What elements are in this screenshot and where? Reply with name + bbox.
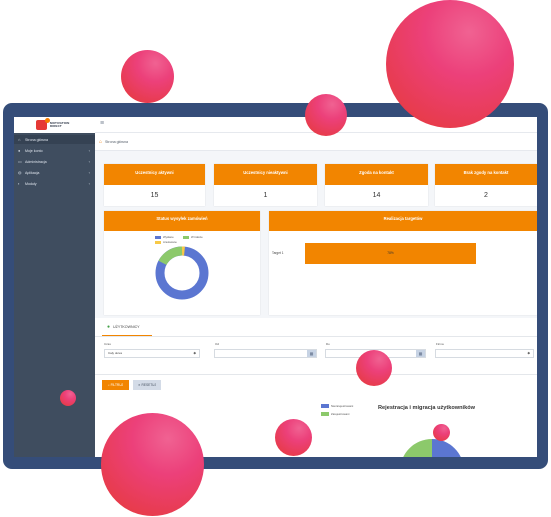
sidebar-item-label: Aplikacja bbox=[25, 170, 40, 175]
tab-users[interactable]: ● UŻYTKOWNICY bbox=[107, 324, 140, 330]
breadcrumb-label: Strona główna bbox=[105, 139, 129, 144]
period-select[interactable]: Cały okres ◆ bbox=[104, 349, 200, 358]
filter-button-label: FILTRUJ bbox=[110, 383, 124, 387]
date-from-field[interactable]: ▦ bbox=[214, 349, 317, 358]
decorative-bubble bbox=[386, 0, 514, 128]
orders-status-card: Status wysyłek zamówień Wysłane W trakci… bbox=[104, 211, 260, 315]
filter-od-label: Od bbox=[215, 342, 220, 346]
filter-do-label: Do bbox=[326, 342, 330, 346]
calendar-icon[interactable]: ▦ bbox=[416, 350, 425, 357]
globe-icon: ◍ bbox=[18, 170, 22, 175]
sidebar-item-modules[interactable]: ▪ Moduły ‹ bbox=[14, 179, 95, 188]
period-select-value: Cały okres bbox=[108, 351, 123, 355]
sidebar-item-application[interactable]: ◍ Aplikacja ‹ bbox=[14, 168, 95, 177]
user-icon: ● bbox=[18, 148, 21, 153]
sidebar-item-label: Moduły bbox=[25, 181, 37, 186]
reset-button-label: RESETUJ bbox=[141, 383, 157, 387]
reset-button[interactable]: ✕ RESETUJ bbox=[133, 380, 161, 390]
stat-card-title: Uczestnicy nieaktywni bbox=[214, 164, 317, 185]
company-select[interactable]: ◆ bbox=[435, 349, 534, 358]
stat-card-no-consent: Brak zgody na kontakt 2 bbox=[435, 164, 537, 206]
legend-swatch bbox=[183, 235, 189, 239]
filter-button[interactable]: ⌕ FILTRUJ bbox=[102, 380, 129, 390]
chevron-left-icon: ‹ bbox=[88, 170, 90, 175]
decorative-bubble bbox=[60, 390, 76, 406]
decorative-bubble bbox=[275, 419, 312, 456]
decorative-bubble bbox=[121, 50, 174, 103]
sidebar-item-account[interactable]: ● Moje konto ‹ bbox=[14, 146, 95, 155]
user-icon: ● bbox=[107, 324, 111, 330]
stat-card-title: Uczestnicy aktywni bbox=[104, 164, 205, 185]
stat-card-value: 2 bbox=[484, 192, 488, 199]
stat-card-value: 14 bbox=[372, 192, 381, 199]
chevron-left-icon: ‹ bbox=[88, 159, 90, 164]
donut-slice-in-progress bbox=[158, 246, 183, 266]
legend-item-sent[interactable]: Wysłane bbox=[155, 235, 174, 239]
targets-title: Realizacja targetów bbox=[269, 211, 537, 231]
logo[interactable]: MOTIVATION DIRECT bbox=[14, 117, 95, 133]
filter-firma-label: Firma bbox=[436, 342, 444, 346]
sidebar-item-home[interactable]: ⌂ Strona główna bbox=[14, 135, 95, 144]
chevron-left-icon: ‹ bbox=[88, 181, 90, 186]
modules-icon: ▪ bbox=[18, 181, 20, 186]
legend-swatch bbox=[155, 235, 161, 239]
decorative-bubble bbox=[433, 424, 450, 441]
orders-donut-chart bbox=[155, 246, 209, 300]
stat-card-active: Uczestnicy aktywni 15 bbox=[104, 164, 205, 206]
chevron-left-icon: ‹ bbox=[88, 148, 90, 153]
legend-label: Wysłane bbox=[163, 235, 174, 239]
legend-swatch bbox=[321, 404, 329, 408]
stat-card-inactive: Uczestnicy nieaktywni 1 bbox=[214, 164, 317, 206]
pie-slice-unregistered bbox=[432, 439, 461, 457]
orders-status-title: Status wysyłek zamówień bbox=[104, 211, 260, 231]
stat-card-title: Brak zgody na kontakt bbox=[435, 164, 537, 185]
legend-item-registered[interactable]: Zarejestrowani bbox=[321, 412, 349, 416]
home-icon: ⌂ bbox=[18, 137, 21, 142]
logo-line2: DIRECT bbox=[50, 124, 62, 128]
menu-icon[interactable]: ≡ bbox=[100, 120, 104, 127]
decorative-bubble bbox=[101, 413, 204, 516]
home-icon[interactable]: ⌂ bbox=[99, 139, 102, 145]
registration-chart-title: Rejestracja i migracja użytkowników bbox=[378, 405, 475, 411]
legend-swatch bbox=[321, 412, 329, 416]
stat-card-title: Zgoda na kontakt bbox=[325, 164, 428, 185]
calendar-icon[interactable]: ▦ bbox=[307, 350, 316, 357]
legend-label: Zarejestrowani bbox=[331, 412, 350, 416]
stat-card-value: 15 bbox=[150, 192, 159, 199]
pie-slice-registered bbox=[403, 439, 432, 457]
legend-label: W trakcie bbox=[191, 235, 203, 239]
divider bbox=[95, 336, 537, 337]
sidebar-item-label: Strona główna bbox=[25, 137, 48, 142]
sidebar-item-administration[interactable]: ▭ Administracja ‹ bbox=[14, 157, 95, 166]
filter-czas-label: Czas bbox=[104, 342, 111, 346]
registration-pie-chart bbox=[403, 439, 461, 457]
stat-card-value: 1 bbox=[263, 192, 268, 199]
legend-label: Niezarejestrowani bbox=[331, 404, 354, 408]
legend-item-unregistered[interactable]: Niezarejestrowani bbox=[321, 404, 353, 408]
target-row-label: Target 1 bbox=[272, 251, 284, 255]
brand-logo-icon bbox=[36, 118, 50, 130]
legend-item-in-progress[interactable]: W trakcie bbox=[183, 235, 203, 239]
decorative-bubble bbox=[356, 350, 392, 386]
tab-label: UŻYTKOWNICY bbox=[113, 325, 140, 329]
stat-card-consent: Zgoda na kontakt 14 bbox=[325, 164, 428, 206]
app-screen: MOTIVATION DIRECT ⌂ Strona główna ● Moje… bbox=[14, 117, 537, 457]
caret-icon: ◆ bbox=[193, 351, 196, 355]
targets-card: Realizacja targetów Target 1 78% bbox=[269, 211, 537, 315]
sidebar: MOTIVATION DIRECT ⌂ Strona główna ● Moje… bbox=[14, 117, 95, 457]
breadcrumb: ⌂ Strona główna bbox=[95, 133, 537, 151]
sidebar-item-label: Moje konto bbox=[25, 148, 43, 153]
caret-icon: ◆ bbox=[527, 351, 530, 355]
target-progress-bar[interactable]: 78% bbox=[305, 243, 476, 264]
decorative-bubble bbox=[305, 94, 347, 136]
sidebar-item-label: Administracja bbox=[25, 159, 47, 164]
monitor-icon: ▭ bbox=[18, 159, 22, 164]
divider bbox=[95, 374, 537, 375]
